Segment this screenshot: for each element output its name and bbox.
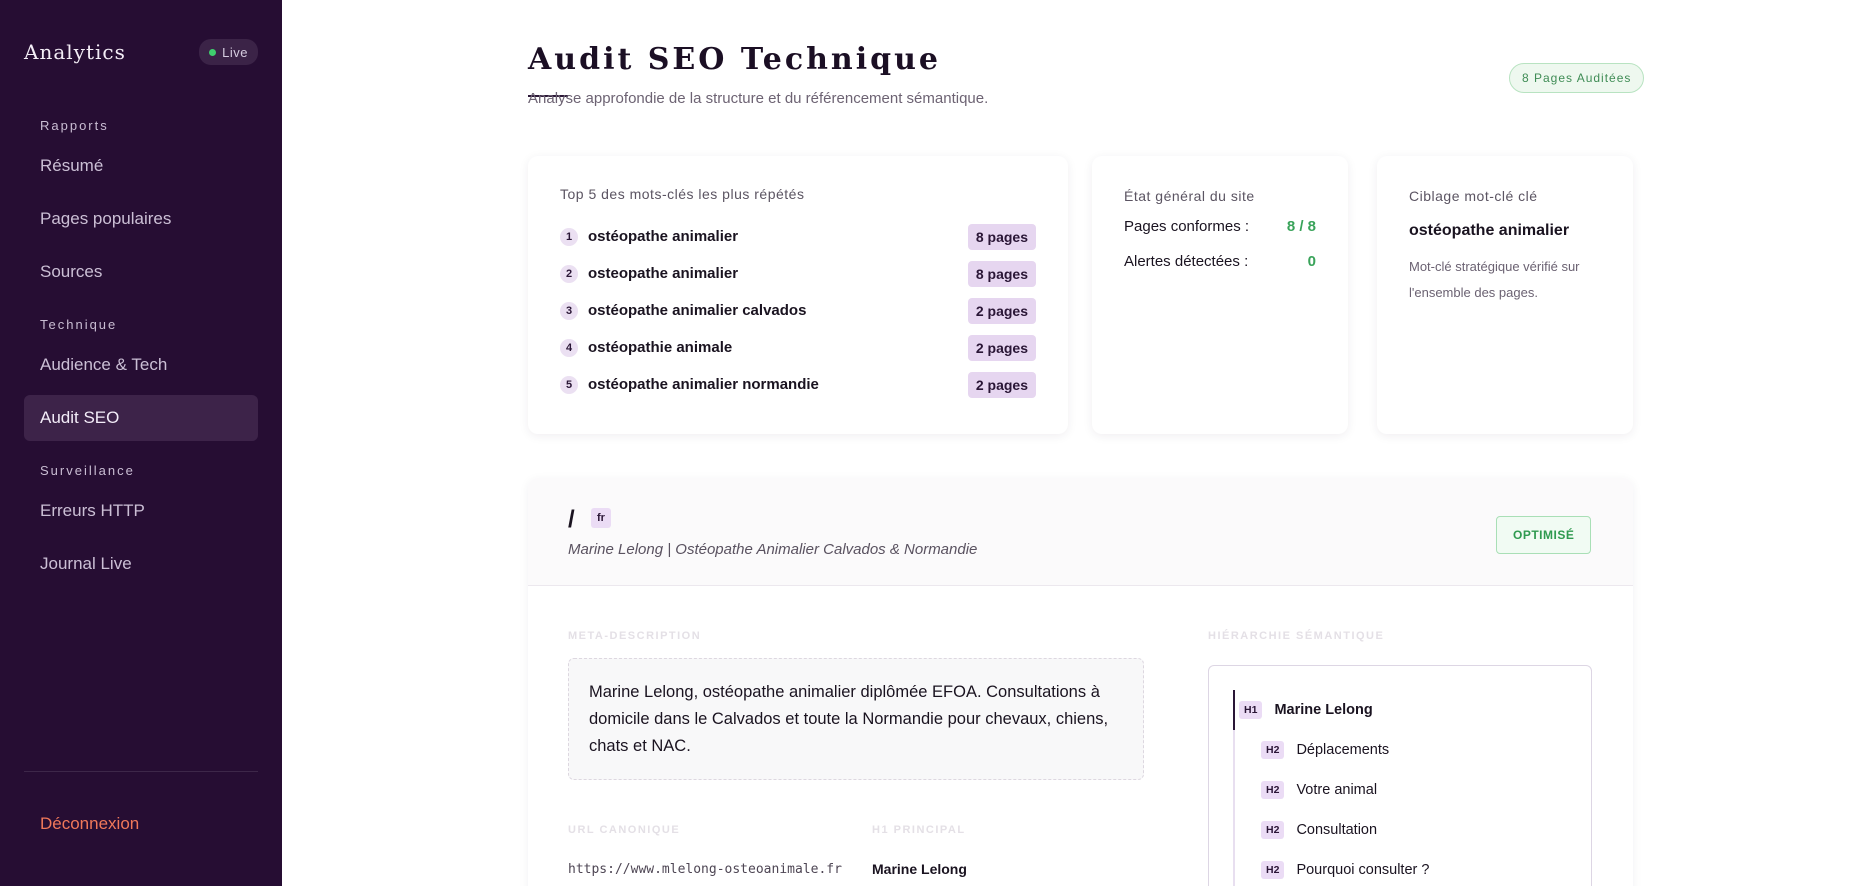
keyword-rank: 5 (560, 375, 578, 394)
nav-section-technique: Technique (40, 317, 118, 332)
nav-section-surveillance: Surveillance (40, 463, 135, 478)
heading-text: Pourquoi consulter ? (1296, 862, 1430, 878)
keyword-rank: 4 (560, 338, 578, 357)
meta-description-label: META-DESCRIPTION (568, 630, 702, 642)
h1-value: Marine Lelong (872, 861, 967, 877)
heading-text: Déplacements (1296, 742, 1390, 758)
alerts-label: Alertes détectées : (1124, 253, 1249, 270)
keyword-row: 4 ostéopathie animale 2 pages (560, 329, 1036, 366)
keyword-rank: 2 (560, 264, 578, 283)
keyword-rank: 1 (560, 227, 578, 246)
sidebar: Analytics Live Rapports Résumé Pages pop… (0, 0, 282, 886)
live-dot-icon (209, 48, 217, 56)
semantic-hierarchy-box: H1 Marine Lelong H2 Déplacements H2 Votr… (1208, 665, 1592, 886)
page-audit-detail: / fr Marine Lelong | Ostéopathe Animalie… (528, 478, 1633, 886)
page-meta-title: Marine Lelong | Ostéopathe Animalier Cal… (568, 541, 978, 558)
sidebar-item-journal-live[interactable]: Journal Live (24, 541, 258, 587)
target-keyword: ostéopathe animalier (1409, 222, 1570, 239)
sidebar-item-resume[interactable]: Résumé (24, 143, 258, 189)
keyword-text: ostéopathe animalier calvados (588, 302, 807, 319)
heading-text: Consultation (1296, 822, 1378, 838)
site-state-title: État général du site (1124, 188, 1255, 204)
live-label: Live (222, 44, 248, 60)
lang-badge: fr (591, 508, 611, 528)
page-path: / (568, 506, 575, 533)
hierarchy-item: H2 Pourquoi consulter ? (1233, 850, 1567, 886)
top-keywords-card: Top 5 des mots-clés les plus répétés 1 o… (528, 156, 1068, 434)
hierarchy-label: HIÉRARCHIE SÉMANTIQUE (1208, 630, 1385, 642)
heading-tag: H2 (1261, 741, 1285, 759)
pages-audited-badge: 8 Pages Auditées (1509, 63, 1645, 93)
heading-text: Votre animal (1296, 782, 1378, 798)
keyword-text: ostéopathe animalier normandie (588, 376, 819, 393)
conform-pages-row: Pages conformes : 8 / 8 (1124, 218, 1316, 235)
heading-text: Marine Lelong (1274, 702, 1373, 718)
conform-pages-value: 8 / 8 (1286, 218, 1316, 235)
alerts-value: 0 (1307, 253, 1316, 270)
conform-pages-label: Pages conformes : (1124, 218, 1250, 235)
page-title: Audit SEO Technique (528, 42, 942, 77)
keyword-target-title: Ciblage mot-clé clé (1409, 188, 1538, 204)
sidebar-item-pages-populaires[interactable]: Pages populaires (24, 196, 258, 242)
canonical-url-label: URL CANONIQUE (568, 824, 681, 836)
keyword-row: 3 ostéopathe animalier calvados 2 pages (560, 292, 1036, 329)
brand-name: Analytics (24, 40, 126, 64)
sidebar-item-audience-tech[interactable]: Audience & Tech (24, 342, 258, 388)
logout-link[interactable]: Déconnexion (40, 814, 139, 834)
hierarchy-item: H1 Marine Lelong (1233, 690, 1567, 730)
keyword-row: 2 osteopathe animalier 8 pages (560, 255, 1036, 292)
canonical-url-value: https://www.mlelong-osteoanimale.fr (568, 862, 842, 877)
keyword-row: 5 ostéopathe animalier normandie 2 pages (560, 366, 1036, 403)
keyword-count-badge: 8 pages (967, 260, 1036, 287)
nav-section-rapports: Rapports (40, 118, 109, 133)
sidebar-item-audit-seo[interactable]: Audit SEO (24, 395, 258, 441)
keyword-text: ostéopathie animale (588, 339, 733, 356)
target-description: Mot-clé stratégique vérifié sur l'ensemb… (1409, 259, 1580, 300)
site-state-card: État général du site Pages conformes : 8… (1092, 156, 1348, 434)
sidebar-divider (24, 771, 258, 772)
hierarchy-item: H2 Consultation (1233, 810, 1567, 850)
keyword-count-badge: 2 pages (967, 297, 1036, 324)
keyword-count-badge: 8 pages (967, 223, 1036, 250)
keyword-count-badge: 2 pages (967, 334, 1036, 361)
page-audit-header: / fr Marine Lelong | Ostéopathe Animalie… (528, 478, 1633, 586)
top-keywords-title: Top 5 des mots-clés les plus répétés (560, 186, 805, 202)
meta-description-box: Marine Lelong, ostéopathe animalier dipl… (568, 658, 1144, 780)
sidebar-item-erreurs-http[interactable]: Erreurs HTTP (24, 488, 258, 534)
app-root: Analytics Live Rapports Résumé Pages pop… (0, 0, 1861, 886)
h1-label: H1 PRINCIPAL (872, 824, 966, 836)
keyword-row: 1 ostéopathe animalier 8 pages (560, 218, 1036, 255)
alerts-row: Alertes détectées : 0 (1124, 253, 1316, 270)
hierarchy-item: H2 Votre animal (1233, 770, 1567, 810)
hierarchy-item: H2 Déplacements (1233, 730, 1567, 770)
heading-tag: H2 (1261, 861, 1285, 879)
page-subtitle: Analyse approfondie de la structure et d… (528, 90, 989, 107)
keyword-rank: 3 (560, 301, 578, 320)
heading-tag: H2 (1261, 781, 1285, 799)
brand-header: Analytics Live (24, 0, 258, 104)
keyword-target-card: Ciblage mot-clé clé ostéopathe animalier… (1377, 156, 1633, 434)
keyword-count-badge: 2 pages (967, 371, 1036, 398)
sidebar-item-sources[interactable]: Sources (24, 249, 258, 295)
live-badge: Live (199, 39, 258, 65)
heading-tag: H2 (1261, 821, 1285, 839)
status-badge: OPTIMISÉ (1496, 516, 1592, 554)
heading-tag: H1 (1239, 701, 1263, 719)
keyword-text: osteopathe animalier (588, 265, 739, 282)
keyword-text: ostéopathe animalier (588, 228, 739, 245)
main-content: Audit SEO Technique Analyse approfondie … (282, 0, 1861, 886)
